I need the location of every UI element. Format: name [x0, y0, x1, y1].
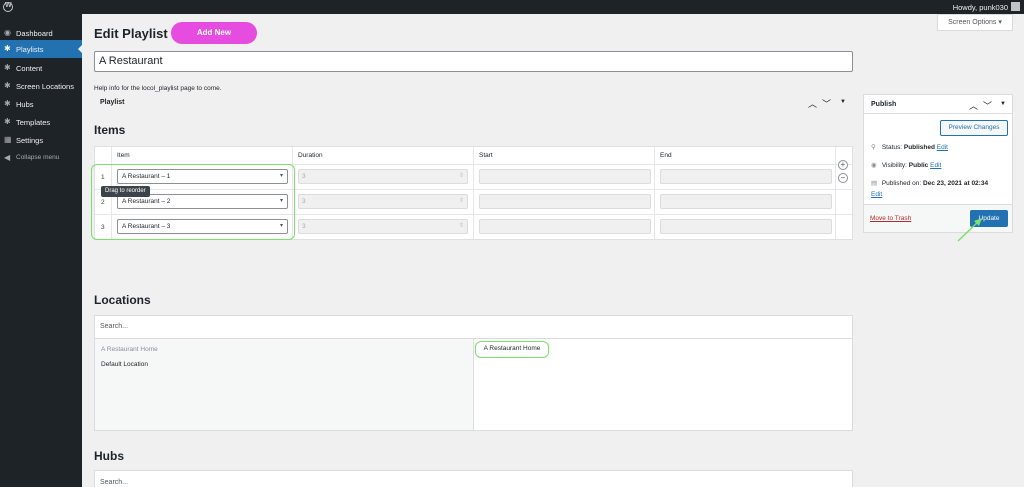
help-text: Help info for the locol_playlist page to… — [94, 85, 222, 92]
gear-icon: ✱ — [4, 117, 11, 126]
sidebar-item-label: Playlists — [16, 45, 44, 54]
visibility-value: Public — [908, 162, 929, 169]
annotation-arrow-icon — [957, 218, 982, 242]
published-label: Published on: — [881, 180, 922, 187]
wordpress-logo-icon[interactable] — [3, 2, 13, 12]
start-input[interactable] — [479, 169, 651, 184]
page-title: Edit Playlist — [94, 26, 168, 41]
duration-input[interactable]: 3 ⇕ — [298, 219, 468, 234]
pin-icon: ⚲ — [871, 144, 876, 151]
end-input[interactable] — [660, 194, 832, 209]
duration-value: 3 — [302, 198, 306, 205]
gear-icon: ✱ — [4, 44, 11, 53]
sidebar-item-content[interactable]: ✱ Content — [0, 59, 82, 77]
visibility-edit-link[interactable]: Edit — [930, 162, 941, 169]
collapse-menu-button[interactable]: ◀ Collapse menu — [0, 149, 82, 167]
move-to-trash-link[interactable]: Move to Trash — [870, 215, 911, 222]
sidebar-item-hubs[interactable]: ✱ Hubs — [0, 95, 82, 113]
admin-sidebar: ◉ Dashboard ✱ Playlists ✱ Content ✱ Scre… — [0, 14, 82, 487]
publish-box: Publish ︿ ﹀ ▼ Preview Changes ⚲ Status: … — [863, 94, 1013, 233]
account-greeting[interactable]: Howdy, punk030 — [953, 3, 1008, 12]
publish-title: Publish — [871, 101, 897, 108]
sidebar-item-label: Hubs — [16, 100, 34, 109]
locations-options-list: A Restaurant Home Default Location — [95, 339, 474, 430]
visibility-line: ◉ Visibility: Public Edit — [871, 161, 941, 169]
items-heading: Items — [94, 123, 126, 137]
playlist-metabox-title: Playlist — [100, 99, 125, 106]
toggle-panel-icon[interactable]: ▼ — [840, 99, 846, 105]
toggle-panel-icon[interactable]: ▼ — [1000, 101, 1006, 107]
sidebar-item-templates[interactable]: ✱ Templates — [0, 113, 82, 131]
screen-options-button[interactable]: Screen Options ▾ — [937, 14, 1013, 31]
avatar[interactable] — [1011, 2, 1020, 11]
duration-value: 3 — [302, 173, 306, 180]
published-value: Dec 23, 2021 at 02:34 — [923, 180, 989, 187]
sidebar-item-settings[interactable]: ▦ Settings — [0, 131, 82, 149]
sidebar-item-label: Templates — [16, 118, 51, 127]
add-new-button[interactable]: Add New — [171, 22, 257, 44]
sidebar-item-label: Screen Locations — [16, 82, 74, 91]
selected-location-chip[interactable]: A Restaurant Home — [475, 341, 549, 358]
visibility-label: Visibility: — [881, 162, 907, 169]
remove-row-button[interactable]: − — [838, 173, 848, 183]
move-down-icon[interactable]: ﹀ — [983, 99, 992, 112]
hubs-search-input[interactable]: Search... — [100, 479, 128, 486]
locations-heading: Locations — [94, 293, 151, 307]
sidebar-item-label: Dashboard — [16, 29, 53, 38]
dashboard-icon: ◉ — [4, 28, 11, 37]
preview-changes-button[interactable]: Preview Changes — [940, 120, 1008, 136]
locations-search-input[interactable]: Search... — [95, 316, 852, 339]
column-header-end: End — [660, 152, 672, 159]
status-label: Status: — [881, 144, 903, 151]
move-down-icon[interactable]: ﹀ — [822, 97, 831, 110]
eye-icon: ◉ — [871, 162, 877, 169]
location-option[interactable]: Default Location — [101, 361, 148, 368]
spinner-icon: ⇕ — [458, 223, 464, 229]
end-input[interactable] — [660, 169, 832, 184]
sidebar-item-playlists[interactable]: ✱ Playlists — [0, 40, 82, 58]
collapse-icon: ◀ — [4, 153, 11, 162]
move-up-icon[interactable]: ︿ — [969, 99, 978, 112]
column-header-duration: Duration — [298, 152, 323, 159]
items-highlight-outline — [91, 164, 295, 240]
hubs-heading: Hubs — [94, 449, 124, 463]
column-header-item: Item — [117, 152, 130, 159]
published-line: ▤ Published on: Dec 23, 2021 at 02:34 — [871, 179, 988, 187]
column-header-start: Start — [479, 152, 493, 159]
start-input[interactable] — [479, 194, 651, 209]
end-input[interactable] — [660, 219, 832, 234]
duration-value: 3 — [302, 223, 306, 230]
drag-tooltip: Drag to reorder — [101, 186, 150, 197]
move-up-icon[interactable]: ︿ — [808, 97, 817, 110]
publish-actions: Move to Trash Update — [864, 204, 1012, 232]
settings-icon: ▦ — [4, 135, 12, 144]
calendar-icon: ▤ — [871, 180, 878, 187]
sidebar-item-screen-locations[interactable]: ✱ Screen Locations — [0, 77, 82, 95]
location-option[interactable]: A Restaurant Home — [101, 346, 158, 353]
admin-bar: Howdy, punk030 — [0, 0, 1024, 14]
spinner-icon: ⇕ — [458, 173, 464, 179]
locations-picker: Search... A Restaurant Home Default Loca… — [94, 315, 853, 431]
collapse-menu-label: Collapse menu — [16, 154, 60, 161]
sidebar-item-label: Settings — [16, 136, 44, 145]
status-line: ⚲ Status: Published Edit — [871, 143, 948, 151]
duration-input[interactable]: 3 ⇕ — [298, 194, 468, 209]
playlist-title-input[interactable]: A Restaurant — [94, 51, 853, 72]
status-edit-link[interactable]: Edit — [937, 144, 948, 151]
status-value: Published — [903, 144, 935, 151]
start-input[interactable] — [479, 219, 651, 234]
gear-icon: ✱ — [4, 99, 11, 108]
published-edit-link[interactable]: Edit — [871, 191, 882, 198]
add-row-button[interactable]: + — [838, 160, 848, 170]
gear-icon: ✱ — [4, 81, 11, 90]
duration-input[interactable]: 3 ⇕ — [298, 169, 468, 184]
spinner-icon: ⇕ — [458, 198, 464, 204]
gear-icon: ✱ — [4, 63, 11, 72]
sidebar-item-label: Content — [16, 64, 43, 73]
